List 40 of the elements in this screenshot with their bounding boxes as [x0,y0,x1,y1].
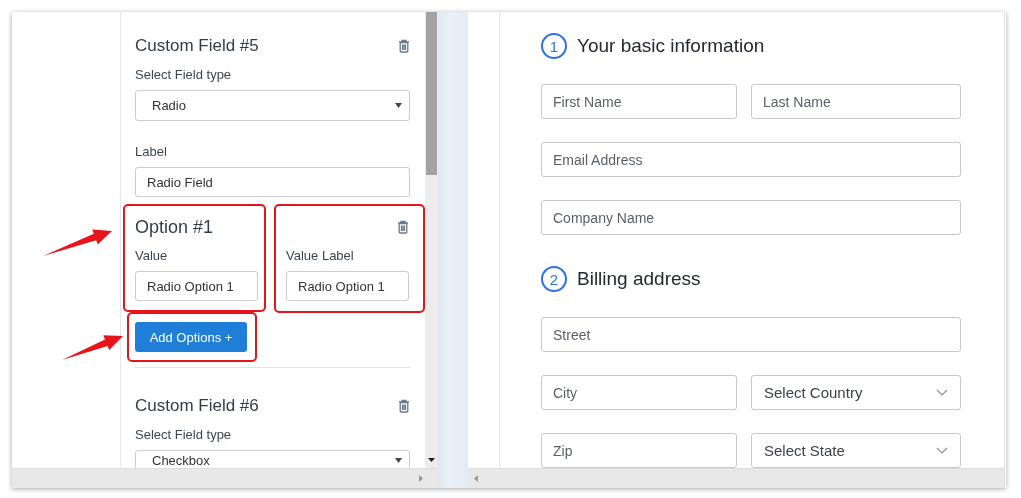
text-input[interactable]: Email Address [541,142,961,177]
scroll-down-icon[interactable] [428,458,435,462]
text-input[interactable]: Company Name [541,200,961,235]
section-title: Billing address [577,268,701,290]
caret-icon [395,103,402,108]
text-input[interactable]: Street [541,317,961,352]
pointer-arrow [43,229,112,256]
text-input[interactable]: First Name [541,84,737,119]
scroll-left-icon[interactable] [474,475,478,482]
trash-icon[interactable] [398,399,410,413]
trash-icon[interactable] [397,220,409,234]
field-title: Custom Field #6 [135,397,259,415]
field-caption: Select Field type [135,427,233,443]
scroll-right-icon[interactable] [419,475,423,482]
scrollbar-thumb[interactable] [426,12,437,175]
field-title: Custom Field #5 [135,37,259,55]
caret-icon [395,458,402,463]
dropdown-select[interactable]: Select Country [751,375,961,410]
text-input[interactable]: Last Name [751,84,961,119]
add-options-button[interactable]: Add Options + [135,322,247,352]
field-caption: Select Field type [135,67,233,83]
field-type-select[interactable]: Checkbox [135,450,410,468]
trash-icon[interactable] [398,39,410,53]
text-input[interactable]: Zip [541,433,737,468]
field-type-select[interactable]: Radio [135,90,410,121]
value-input[interactable]: Radio Option 1 [135,271,258,301]
option-title: Option #1 [135,217,215,237]
field-caption: Value Label [286,248,355,264]
step-number: 1 [541,33,567,59]
chevron-down-icon [936,447,948,454]
dropdown-select[interactable]: Select State [751,433,961,468]
chevron-down-icon [936,389,948,396]
text-input[interactable]: City [541,375,737,410]
pointer-arrow [62,335,123,360]
field-caption: Label [135,144,168,160]
label-input[interactable]: Radio Field [135,167,410,197]
section-title: Your basic information [577,35,765,57]
value-label-input[interactable]: Radio Option 1 [286,271,409,301]
field-caption: Value [135,248,169,264]
step-number: 2 [541,266,567,292]
